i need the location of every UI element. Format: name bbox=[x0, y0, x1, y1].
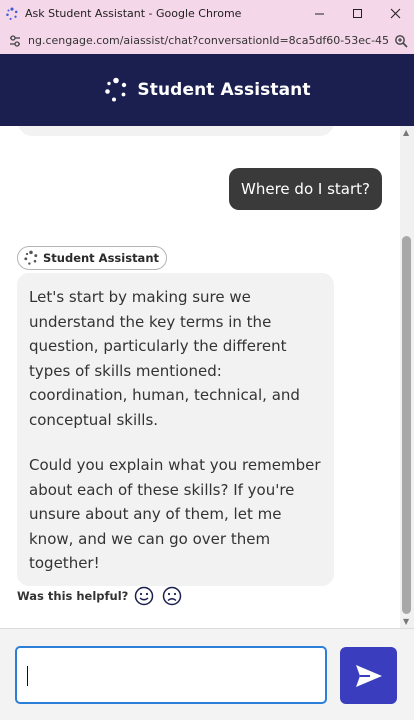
app-header: Student Assistant bbox=[0, 54, 414, 126]
send-button[interactable] bbox=[340, 647, 397, 704]
site-settings-button[interactable] bbox=[4, 30, 26, 52]
message-input[interactable] bbox=[17, 648, 325, 702]
minimize-icon bbox=[314, 13, 324, 15]
close-button[interactable] bbox=[376, 0, 414, 27]
assistant-message: Let's start by making sure we understand… bbox=[17, 273, 334, 586]
close-icon bbox=[390, 8, 400, 19]
previous-message-bubble bbox=[18, 126, 334, 136]
assistant-label-chip: Student Assistant bbox=[17, 246, 168, 270]
cengage-dots-icon bbox=[105, 77, 127, 102]
assistant-paragraph: Could you explain what you remember abou… bbox=[29, 456, 321, 572]
minimize-button[interactable] bbox=[300, 0, 338, 27]
tune-icon bbox=[10, 34, 20, 47]
maximize-icon bbox=[352, 9, 362, 18]
scroll-down-icon[interactable]: ▼ bbox=[403, 617, 409, 626]
address-bar: ng.cengage.com/aiassist/chat?conversatio… bbox=[0, 27, 414, 54]
chat-scrollbar[interactable]: ▲ ▼ bbox=[400, 126, 414, 628]
frown-face-icon[interactable] bbox=[162, 586, 182, 606]
cengage-dots-icon bbox=[24, 250, 38, 265]
composer bbox=[0, 628, 414, 720]
cengage-dots-icon bbox=[6, 7, 18, 20]
assistant-label: Student Assistant bbox=[43, 251, 160, 265]
page-title: Student Assistant bbox=[137, 80, 311, 100]
user-message: Where do I start? bbox=[229, 168, 382, 210]
window-title: Ask Student Assistant - Google Chrome bbox=[25, 7, 242, 20]
smile-face-icon[interactable] bbox=[134, 586, 154, 606]
maximize-button[interactable] bbox=[338, 0, 376, 27]
message-input-wrapper bbox=[15, 646, 327, 704]
browser-titlebar: Ask Student Assistant - Google Chrome bbox=[0, 0, 414, 27]
url-text[interactable]: ng.cengage.com/aiassist/chat?conversatio… bbox=[28, 34, 388, 47]
chat-transcript: Where do I start? Student Assistant Let'… bbox=[0, 126, 400, 628]
feedback-label: Was this helpful? bbox=[17, 589, 129, 603]
feedback-row: Was this helpful? bbox=[17, 586, 190, 606]
zoom-button[interactable] bbox=[388, 30, 414, 52]
scrollbar-thumb[interactable] bbox=[402, 236, 411, 614]
scroll-up-icon[interactable]: ▲ bbox=[403, 128, 409, 137]
assistant-paragraph: Let's start by making sure we understand… bbox=[29, 288, 300, 429]
zoom-icon bbox=[395, 34, 408, 48]
text-caret bbox=[27, 666, 28, 686]
send-icon bbox=[355, 664, 382, 687]
